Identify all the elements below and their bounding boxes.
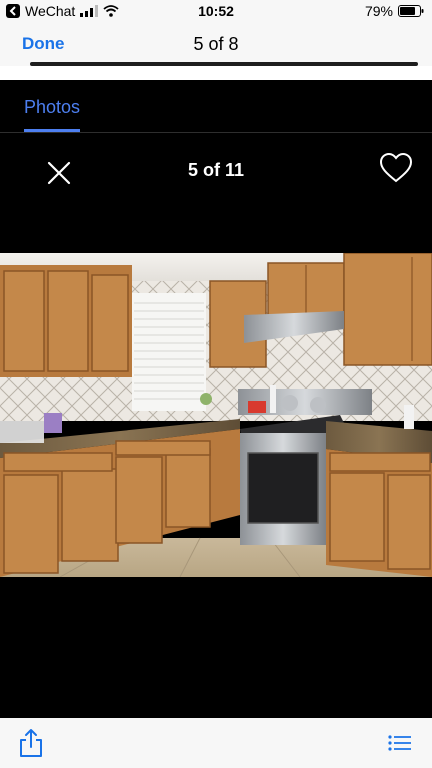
list-icon[interactable] bbox=[388, 734, 412, 752]
status-bar: WeChat 10:52 79% bbox=[0, 0, 432, 22]
tab-photos[interactable]: Photos bbox=[24, 97, 80, 118]
tab-divider bbox=[0, 132, 432, 133]
kitchen-photo[interactable] bbox=[0, 253, 432, 577]
page-title: 5 of 8 bbox=[193, 34, 239, 54]
photo-viewer: Photos 5 of 11 bbox=[0, 80, 432, 718]
status-right: 79% bbox=[365, 3, 424, 19]
navigation-bar: Done 5 of 8 bbox=[0, 22, 432, 66]
battery-icon bbox=[398, 5, 424, 17]
web-content-gap bbox=[0, 66, 432, 80]
battery-percent: 79% bbox=[364, 3, 393, 19]
heart-icon[interactable] bbox=[379, 152, 413, 184]
photo-counter: 5 of 11 bbox=[187, 160, 245, 180]
bottom-toolbar bbox=[0, 718, 432, 768]
share-icon[interactable] bbox=[18, 728, 44, 758]
